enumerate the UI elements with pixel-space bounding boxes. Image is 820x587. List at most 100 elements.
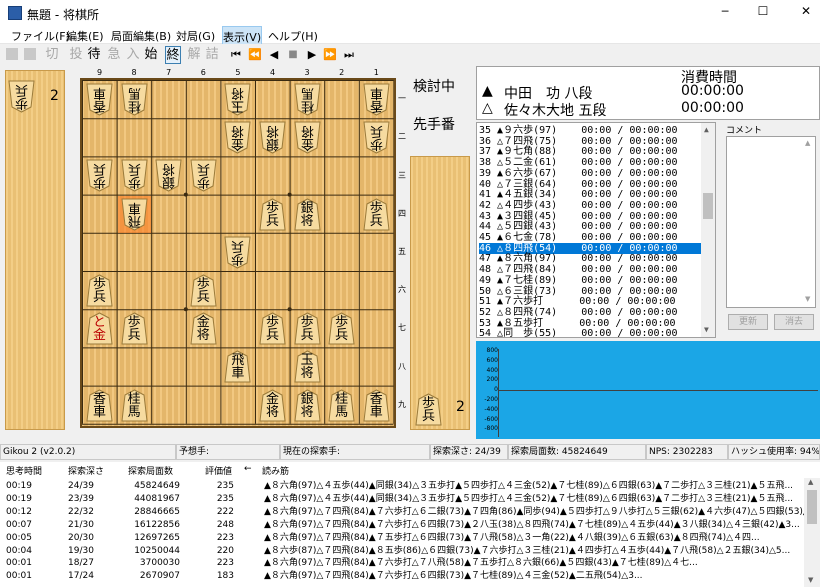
- scroll-down-icon[interactable]: ▼: [704, 325, 709, 334]
- piece-sente[interactable]: と金: [86, 312, 113, 345]
- kifu-row[interactable]: 38 △５二金(61) 00:00 / 00:00:00: [479, 157, 705, 168]
- piece-sente[interactable]: 歩兵: [328, 312, 355, 345]
- kifu-row[interactable]: 44 △５四銀(43) 00:00 / 00:00:00: [479, 221, 705, 232]
- scroll-up-icon[interactable]: ▲: [704, 125, 709, 134]
- piece-sente[interactable]: 銀将: [294, 198, 321, 231]
- header-pv[interactable]: 読み筋: [262, 464, 289, 477]
- analysis-table[interactable]: 思考時間 探索深さ 探索局面数 評価値 ← 読み筋 00:19 24/39 4582…: [0, 462, 820, 587]
- piece-sente[interactable]: 香車: [86, 389, 113, 422]
- piece-sente[interactable]: 歩兵: [259, 312, 286, 345]
- piece-sente[interactable]: 歩兵: [294, 312, 321, 345]
- header-think-time[interactable]: 思考時間: [6, 464, 42, 477]
- kifu-row[interactable]: 45 ▲６七金(78) 00:00 / 00:00:00: [479, 232, 705, 243]
- kifu-row[interactable]: 41 ▲４五銀(34) 00:00 / 00:00:00: [479, 189, 705, 200]
- sente-hand-piece[interactable]: 歩 兵: [415, 393, 442, 426]
- menu-edit[interactable]: 編集(E): [66, 26, 104, 44]
- kifu-row[interactable]: 40 △７三銀(64) 00:00 / 00:00:00: [479, 179, 705, 190]
- piece-gote[interactable]: 歩兵: [190, 159, 217, 192]
- forward-10-icon[interactable]: ⏩: [322, 46, 338, 64]
- kifu-row[interactable]: 49 ▲７七桂(89) 00:00 / 00:00:00: [479, 275, 705, 286]
- first-move-icon[interactable]: ⏮: [228, 46, 244, 64]
- menu-file[interactable]: ファイル(F): [11, 26, 70, 44]
- start-button[interactable]: 始: [143, 46, 159, 64]
- resign-button[interactable]: 投: [68, 46, 84, 64]
- kifu-row[interactable]: 54 △同 歩(55) 00:00 / 00:00:00: [479, 328, 705, 337]
- enter-button[interactable]: 入: [125, 46, 141, 64]
- minimize-button[interactable]: ─: [715, 5, 735, 18]
- back-10-icon[interactable]: ⏪: [247, 46, 263, 64]
- analysis-scroll-down-icon[interactable]: ▼: [808, 576, 813, 584]
- open-icon[interactable]: [22, 46, 38, 64]
- comment-clear-button[interactable]: 消去: [774, 314, 814, 330]
- piece-gote[interactable]: 玉将: [224, 83, 251, 116]
- piece-sente[interactable]: 桂馬: [328, 389, 355, 422]
- comment-update-button[interactable]: 更新: [728, 314, 768, 330]
- menu-view[interactable]: 表示(V): [222, 26, 263, 46]
- evaluation-graph[interactable]: 800 600 400 200 0 -200 -400 -600 -800: [476, 341, 820, 439]
- piece-gote[interactable]: 香車: [363, 83, 390, 116]
- hurry-button[interactable]: 急: [106, 46, 122, 64]
- piece-sente[interactable]: 金将: [259, 389, 286, 422]
- analysis-row[interactable]: 00:04 19/30 10250044 220 ▲８六歩(87)△７四飛(84)▲８五…: [0, 545, 800, 557]
- analysis-row[interactable]: 00:01 18/27 3700030 223 ▲８六角(97)△７四飛(84)▲７六歩…: [0, 557, 800, 569]
- analysis-scroll-up-icon[interactable]: ▲: [808, 478, 813, 486]
- kifu-row[interactable]: 39 ▲６六歩(67) 00:00 / 00:00:00: [479, 168, 705, 179]
- analysis-row[interactable]: 00:19 24/39 45824649 235 ▲８六角(97)△４五歩(44)▲同銀…: [0, 480, 800, 492]
- analysis-scrollbar[interactable]: ▲ ▼: [804, 478, 820, 587]
- piece-gote[interactable]: 歩兵: [363, 121, 390, 154]
- piece-sente[interactable]: 香車: [363, 389, 390, 422]
- piece-gote[interactable]: 桂馬: [121, 83, 148, 116]
- piece-sente[interactable]: 金将: [190, 312, 217, 345]
- piece-gote[interactable]: 飛車: [121, 198, 148, 231]
- analysis-scroll-thumb[interactable]: [807, 490, 817, 524]
- kifu-row[interactable]: 53 ▲８五歩打 00:00 / 00:00:00: [479, 318, 705, 329]
- comment-box[interactable]: ▲ ▼: [726, 136, 816, 308]
- comment-scroll-up-icon[interactable]: ▲: [805, 139, 810, 147]
- piece-gote[interactable]: 歩兵: [86, 159, 113, 192]
- maximize-button[interactable]: ☐: [753, 4, 773, 18]
- piece-sente[interactable]: 銀将: [294, 389, 321, 422]
- gote-hand-piece[interactable]: 歩 兵: [8, 80, 35, 113]
- kifu-row[interactable]: 35 ▲９六歩(97) 00:00 / 00:00:00: [479, 125, 705, 136]
- comment-scroll-down-icon[interactable]: ▼: [805, 295, 810, 303]
- piece-sente[interactable]: 桂馬: [121, 389, 148, 422]
- analysis-row[interactable]: 00:19 23/39 44081967 235 ▲８六角(97)△４五歩(44)▲同銀…: [0, 493, 800, 505]
- piece-gote[interactable]: 桂馬: [294, 83, 321, 116]
- kifu-row[interactable]: 51 ▲７六歩打 00:00 / 00:00:00: [479, 296, 705, 307]
- back-icon[interactable]: ◀: [266, 46, 282, 64]
- piece-sente[interactable]: 歩兵: [190, 274, 217, 307]
- piece-gote[interactable]: 銀将: [259, 121, 286, 154]
- menu-help[interactable]: ヘルプ(H): [268, 26, 318, 44]
- header-arrow[interactable]: ←: [244, 464, 252, 474]
- menu-position-edit[interactable]: 局面編集(B): [111, 26, 171, 44]
- header-depth[interactable]: 探索深さ: [68, 464, 104, 477]
- piece-gote[interactable]: 歩兵: [224, 236, 251, 269]
- menu-game[interactable]: 対局(G): [176, 26, 215, 44]
- kifu-row[interactable]: 48 △７四飛(84) 00:00 / 00:00:00: [479, 264, 705, 275]
- wait-button[interactable]: 待: [86, 46, 102, 64]
- piece-gote[interactable]: 金将: [294, 121, 321, 154]
- new-icon[interactable]: [4, 46, 20, 64]
- kifu-list[interactable]: 35 ▲９六歩(97) 00:00 / 00:00:00 36 △７四飛(75) …: [476, 122, 716, 338]
- header-nodes[interactable]: 探索局面数: [128, 464, 173, 477]
- kifu-row[interactable]: 50 △６三銀(73) 00:00 / 00:00:00: [479, 286, 705, 297]
- end-button[interactable]: 終: [165, 46, 181, 64]
- stop-icon[interactable]: ■: [285, 46, 301, 64]
- kifu-scrollbar[interactable]: ▲ ▼: [701, 123, 715, 337]
- piece-sente[interactable]: 飛車: [224, 350, 251, 383]
- piece-sente[interactable]: 歩兵: [259, 198, 286, 231]
- kifu-row[interactable]: 47 ▲８六角(97) 00:00 / 00:00:00: [479, 253, 705, 264]
- analysis-row[interactable]: 00:05 20/30 12697265 223 ▲８六角(97)△７四飛(84)▲７五…: [0, 532, 800, 544]
- piece-gote[interactable]: 銀将: [155, 159, 182, 192]
- piece-sente[interactable]: 歩兵: [86, 274, 113, 307]
- last-move-icon[interactable]: ⏭: [341, 46, 357, 64]
- kifu-row[interactable]: 37 ▲９七角(88) 00:00 / 00:00:00: [479, 146, 705, 157]
- close-button[interactable]: ✕: [796, 4, 816, 18]
- cut-button[interactable]: 切: [44, 46, 60, 64]
- forward-icon[interactable]: ▶: [304, 46, 320, 64]
- kifu-row[interactable]: 43 ▲３四銀(45) 00:00 / 00:00:00: [479, 211, 705, 222]
- header-eval[interactable]: 評価値: [205, 464, 232, 477]
- kifu-row[interactable]: 42 △４四歩(43) 00:00 / 00:00:00: [479, 200, 705, 211]
- piece-gote[interactable]: 歩兵: [121, 159, 148, 192]
- piece-gote[interactable]: 金将: [224, 121, 251, 154]
